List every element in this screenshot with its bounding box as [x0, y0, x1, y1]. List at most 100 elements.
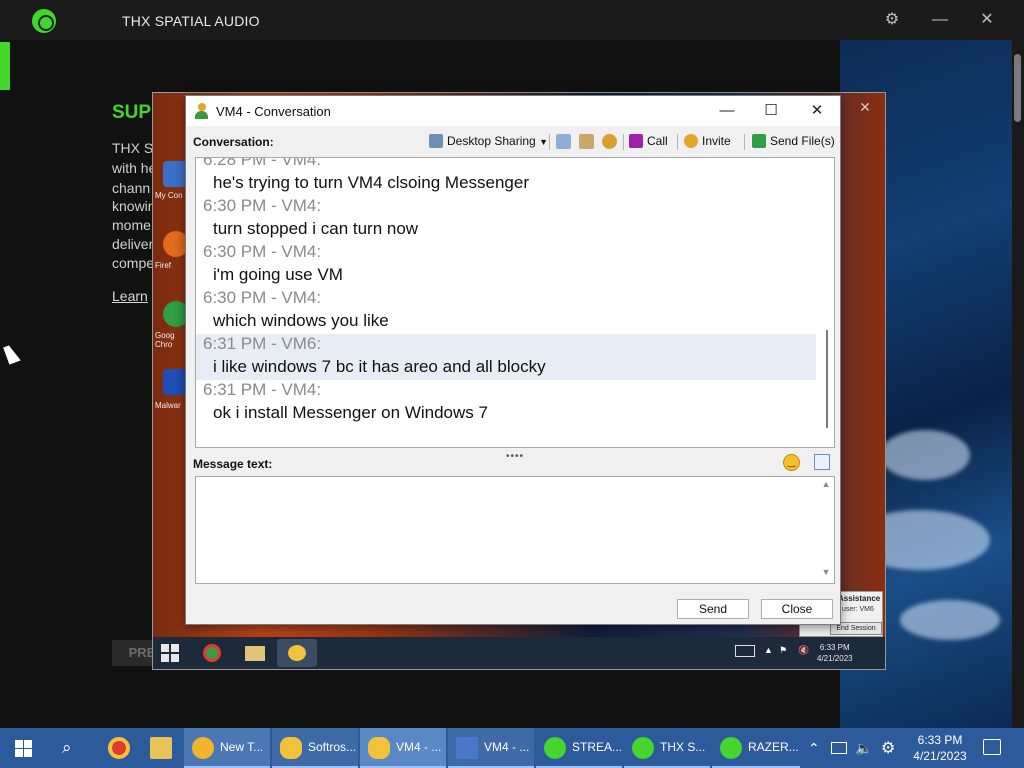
- send-button[interactable]: Send: [677, 599, 749, 619]
- vm-clock-time: 6:33 PM: [819, 643, 850, 652]
- taskbar-app-stream[interactable]: STREA...: [536, 728, 622, 768]
- settings-gear-icon[interactable]: ⚙: [881, 738, 895, 758]
- thx-body-line: THX S: [112, 140, 154, 156]
- thx-scrollbar-thumb[interactable]: [1014, 54, 1021, 122]
- taskbar-app-softros[interactable]: Softros...: [272, 728, 358, 768]
- contacts-icon[interactable]: [579, 134, 594, 149]
- message-header: 6:28 PM - VM4:: [203, 157, 322, 169]
- taskbar-app-label: STREA...: [572, 740, 623, 754]
- invite-button[interactable]: Invite: [684, 132, 731, 150]
- system-clock[interactable]: 6:33 PM 4/21/2023: [906, 732, 974, 764]
- thx-body-line: with he: [112, 160, 157, 176]
- vm-flag-icon[interactable]: ⚑: [779, 645, 787, 656]
- settings-gear-icon[interactable]: ⚙: [877, 8, 907, 32]
- send-files-label: Send File(s): [770, 134, 835, 148]
- taskbar-app-vm4-conversation[interactable]: VM4 - ...: [360, 728, 446, 768]
- thx-titlebar: THX SPATIAL AUDIO ⚙ — ✕: [0, 0, 1024, 40]
- chevron-down-icon: ▼: [539, 137, 548, 147]
- vm-tray-arrow-icon[interactable]: ▲: [764, 645, 773, 655]
- send-file-icon: [752, 134, 766, 148]
- desktop-sharing-label: Desktop Sharing: [447, 134, 536, 148]
- taskbar-app-new-tab[interactable]: New T...: [184, 728, 270, 768]
- conversation-title: VM4 - Conversation: [216, 104, 331, 119]
- taskbar-app-label: THX S...: [660, 740, 706, 754]
- conversation-toolbar: Conversation: Desktop Sharing ▼ Call Inv…: [186, 126, 840, 156]
- thx-body-line: compe: [112, 255, 155, 271]
- message-input[interactable]: [195, 476, 835, 584]
- vm-volume-icon[interactable]: 🔇: [798, 645, 809, 656]
- thx-icon: [632, 737, 654, 759]
- thx-scrollbar[interactable]: [1012, 40, 1024, 728]
- message-input-scrollbar[interactable]: ▲ ▼: [819, 479, 833, 581]
- history-scrollbar-thumb[interactable]: [826, 330, 828, 428]
- vm-keyboard-icon[interactable]: [735, 645, 755, 657]
- message-entry: 6:30 PM - VM4: i'm going use VM: [196, 242, 816, 288]
- formatting-note-icon[interactable]: [814, 454, 830, 470]
- taskbar-app-label: Softros...: [308, 740, 357, 754]
- vm-taskbar: ▲ ⚑ 🔇 6:33 PM 4/21/2023: [153, 637, 885, 669]
- call-button[interactable]: Call: [629, 132, 668, 150]
- vm-taskbar-explorer[interactable]: [235, 639, 275, 667]
- notifications-icon[interactable]: [983, 739, 1001, 755]
- settings-cog-icon[interactable]: [602, 134, 617, 149]
- vm-taskbar-chrome[interactable]: [191, 639, 231, 667]
- message-header: 6:31 PM - VM6:: [203, 334, 322, 353]
- message-entry-highlighted: 6:31 PM - VM6: i like windows 7 bc it ha…: [196, 334, 816, 380]
- desktop-icon-label: My Con: [155, 191, 183, 200]
- history-scrollbar[interactable]: [821, 158, 834, 447]
- close-button[interactable]: ✕: [972, 8, 1002, 32]
- minimize-button[interactable]: —: [925, 8, 955, 32]
- thx-body-line: knowin: [112, 198, 156, 214]
- folder-icon: [150, 737, 172, 759]
- message-entry: 6:31 PM - VM4: ok i install Messenger on…: [196, 380, 816, 426]
- windows-taskbar: ⌕ New T... Softros... VM4 - ... VM4 - ..…: [0, 728, 1024, 768]
- desktop-sharing-button[interactable]: Desktop Sharing ▼: [429, 132, 548, 150]
- softros-messenger-icon: [280, 737, 302, 759]
- message-header: 6:30 PM - VM4:: [203, 242, 322, 261]
- thx-logo-icon: [32, 9, 56, 33]
- vm-close-icon[interactable]: ✕: [855, 97, 875, 117]
- vm-taskbar-messenger[interactable]: [277, 639, 317, 667]
- taskbar-app-thx[interactable]: THX S...: [624, 728, 710, 768]
- minimize-button[interactable]: —: [712, 99, 742, 123]
- thx-body-line: mome: [112, 217, 151, 233]
- toolbar-divider: [549, 134, 550, 150]
- close-button[interactable]: ✕: [802, 99, 832, 123]
- conversation-titlebar: VM4 - Conversation — ☐ ✕: [186, 96, 840, 126]
- volume-icon[interactable]: 🔈: [855, 740, 872, 757]
- vm-start-icon[interactable]: [161, 644, 179, 662]
- message-entry: 6:30 PM - VM4: turn stopped i can turn n…: [196, 196, 816, 242]
- toolbar-divider: [677, 134, 678, 150]
- splitter-grip[interactable]: ••••: [506, 451, 524, 462]
- scroll-down-icon[interactable]: ▼: [819, 567, 833, 577]
- desktop-icon-label: Firef: [155, 261, 171, 270]
- tray-chevron-up-icon[interactable]: ⌃: [808, 740, 820, 757]
- conversation-history[interactable]: 6:28 PM - VM4: he's trying to turn VM4 c…: [195, 157, 835, 448]
- thx-body-line: deliver: [112, 236, 154, 252]
- network-icon[interactable]: [831, 742, 847, 754]
- history-icon[interactable]: [556, 134, 571, 149]
- invite-users-icon: [684, 134, 698, 148]
- remote-desktop-icon: [456, 737, 478, 759]
- message-entry: 6:28 PM - VM4: he's trying to turn VM4 c…: [196, 157, 816, 196]
- taskbar-app-razer[interactable]: RAZER...: [712, 728, 800, 768]
- scroll-up-icon[interactable]: ▲: [819, 479, 833, 489]
- taskbar-chrome[interactable]: [100, 728, 140, 768]
- start-icon[interactable]: [15, 740, 32, 757]
- maximize-button[interactable]: ☐: [756, 99, 786, 123]
- taskbar-app-label: RAZER...: [748, 740, 799, 754]
- conversation-window[interactable]: VM4 - Conversation — ☐ ✕ Conversation: D…: [185, 95, 841, 625]
- emoji-smiley-icon[interactable]: ‿: [783, 454, 800, 471]
- send-files-button[interactable]: Send File(s): [752, 132, 835, 150]
- assistance-user: user: VM6: [842, 606, 874, 613]
- close-dialog-button[interactable]: Close: [761, 599, 833, 619]
- message-header: 6:30 PM - VM4:: [203, 196, 322, 215]
- search-icon[interactable]: ⌕: [62, 738, 82, 758]
- taskbar-file-explorer[interactable]: [142, 728, 182, 768]
- message-header: 6:30 PM - VM4:: [203, 288, 322, 307]
- taskbar-app-vm4-remote[interactable]: VM4 - ...: [448, 728, 534, 768]
- desktop-sharing-icon: [429, 134, 443, 148]
- chrome-new-tab-icon: [192, 737, 214, 759]
- learn-more-link[interactable]: Learn: [112, 288, 148, 304]
- vm-clock-date: 4/21/2023: [817, 654, 853, 663]
